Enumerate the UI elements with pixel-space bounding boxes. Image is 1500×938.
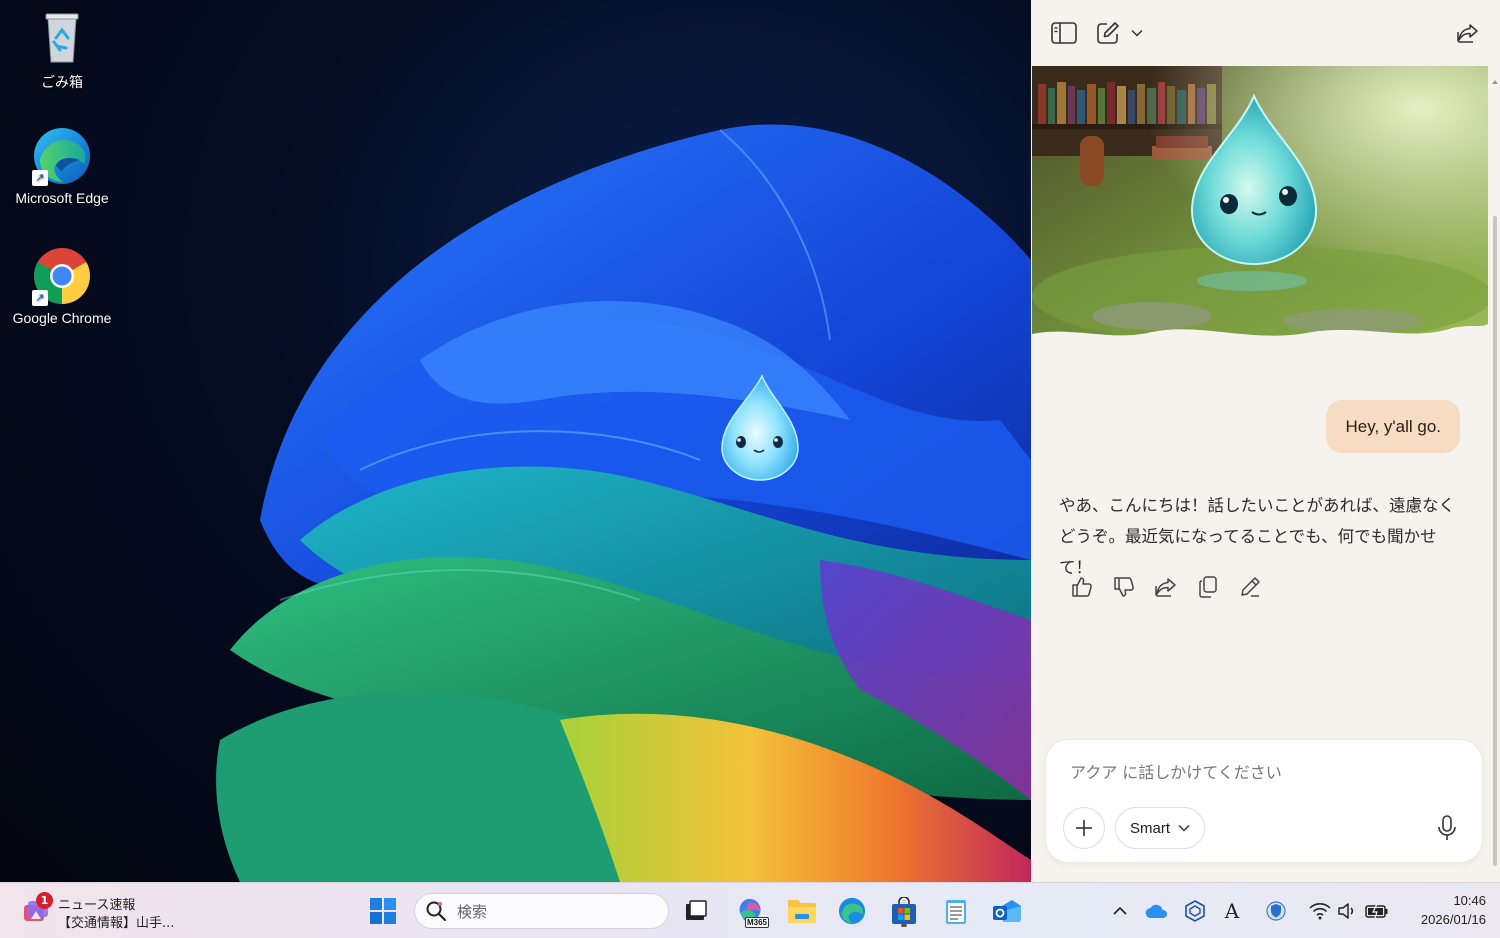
desktop-icon-label: Google Chrome [12,310,112,326]
edit-button[interactable] [1235,573,1265,601]
assistant-message: やあ、こんにちは！話したいことがあれば、遠慮なくどうぞ。最近気になってることでも… [1059,496,1455,577]
taskbar-search[interactable]: 検索 [414,893,669,929]
share-icon [1457,24,1478,43]
clock-time: 10:46 [1453,893,1486,908]
wifi-tray[interactable] [1306,897,1334,925]
edge-icon [838,897,866,925]
edge-app[interactable] [833,893,871,929]
copilot-tray-icon [1185,900,1205,922]
desktop-icon-label: ごみ箱 [41,74,83,90]
panel-scrollbar[interactable] [1493,216,1497,866]
chevron-down-icon [1178,824,1190,832]
mode-label: Smart [1130,819,1171,837]
share-message-button[interactable] [1151,573,1181,601]
store-app[interactable] [885,893,923,929]
ime-label: A [1224,899,1240,923]
wallpaper-bloom [216,124,1031,882]
new-chat-button[interactable] [1093,18,1123,48]
plus-icon [1076,820,1092,836]
character-banner-image [1032,66,1488,350]
recycle-bin-icon [32,8,92,68]
task-view-icon [686,900,707,920]
copy-icon [1199,576,1217,598]
notepad-icon [946,900,966,924]
tray-overflow-button[interactable] [1106,897,1134,925]
wifi-icon [1309,903,1331,920]
composer: Smart [1046,740,1482,862]
shortcut-arrow-icon: ↗ [32,170,48,186]
volume-icon [1338,903,1354,919]
taskbar: 1 ニュース速報 【交通情報】山手... 検索 M365 A 10:46 202… [0,882,1500,938]
defender-tray[interactable] [1262,897,1290,925]
volume-tray[interactable] [1334,897,1362,925]
battery-icon [1365,903,1388,919]
thumbs-up-icon [1072,577,1092,597]
shortcut-arrow-icon: ↗ [32,290,48,306]
search-icon [426,901,447,922]
onedrive-icon [1145,904,1168,919]
m365-app[interactable]: M365 [731,893,769,929]
dislike-button[interactable] [1109,573,1139,601]
task-view-button[interactable] [677,893,715,929]
start-icon [370,898,396,924]
user-message-bubble: Hey, y'all go. [1326,400,1460,453]
message-input[interactable] [1070,760,1450,784]
new-chat-icon [1097,22,1119,44]
search-placeholder: 検索 [457,902,488,921]
like-button[interactable] [1067,573,1097,601]
news-widget[interactable]: 1 ニュース速報 【交通情報】山手... [20,891,220,931]
running-indicator [901,924,907,927]
ime-indicator[interactable]: A [1218,897,1246,925]
microphone-button[interactable] [1430,811,1464,845]
share-icon [1155,578,1176,597]
desktop-icon-edge[interactable]: ↗ Microsoft Edge [2,126,122,206]
system-clock[interactable]: 10:46 2026/01/16 [1398,891,1486,929]
copy-button[interactable] [1193,573,1223,601]
desktop: ごみ箱 ↗ Microsoft Edge ↗ Google Chrome [0,0,1031,882]
desktop-icon-recycle-bin[interactable]: ごみ箱 [2,8,122,92]
sidebar-toggle-button[interactable] [1049,18,1079,48]
outlook-icon [993,900,1021,922]
scroll-up-icon[interactable] [1492,70,1498,84]
copilot-tray[interactable] [1181,897,1209,925]
panel-header [1031,0,1500,66]
news-headline-title: ニュース速報 [58,898,136,913]
message-actions [1067,573,1265,601]
chrome-icon: ↗ [32,246,92,306]
onedrive-tray[interactable] [1143,897,1171,925]
desktop-icon-label: Microsoft Edge [15,190,109,206]
desktop-icon-chrome[interactable]: ↗ Google Chrome [2,246,122,326]
edit-icon [1241,577,1260,597]
m365-label: M365 [744,917,769,928]
clock-date: 2026/01/16 [1420,912,1486,927]
notification-badge: 1 [36,892,53,909]
file-explorer-app[interactable] [783,893,821,929]
notepad-app[interactable] [937,893,975,929]
copilot-panel: Hey, y'all go. やあ、こんにちは！話したいことがあれば、遠慮なくど… [1031,0,1500,882]
start-button[interactable] [364,893,402,929]
sidebar-toggle-icon [1051,22,1077,44]
new-chat-options-button[interactable] [1127,18,1147,48]
battery-tray[interactable] [1363,897,1391,925]
add-attachment-button[interactable] [1063,807,1105,849]
edge-icon: ↗ [32,126,92,186]
microphone-icon [1438,815,1456,840]
outlook-app[interactable] [988,893,1026,929]
news-headline-text: 【交通情報】山手... [58,916,175,931]
store-icon [892,897,916,924]
defender-icon [1266,901,1286,921]
share-conversation-button[interactable] [1453,18,1483,48]
file-explorer-icon [788,900,816,923]
mode-selector[interactable]: Smart [1115,807,1206,849]
chevron-up-icon [1113,906,1127,915]
chevron-down-icon [1131,29,1143,37]
thumbs-down-icon [1114,577,1134,597]
